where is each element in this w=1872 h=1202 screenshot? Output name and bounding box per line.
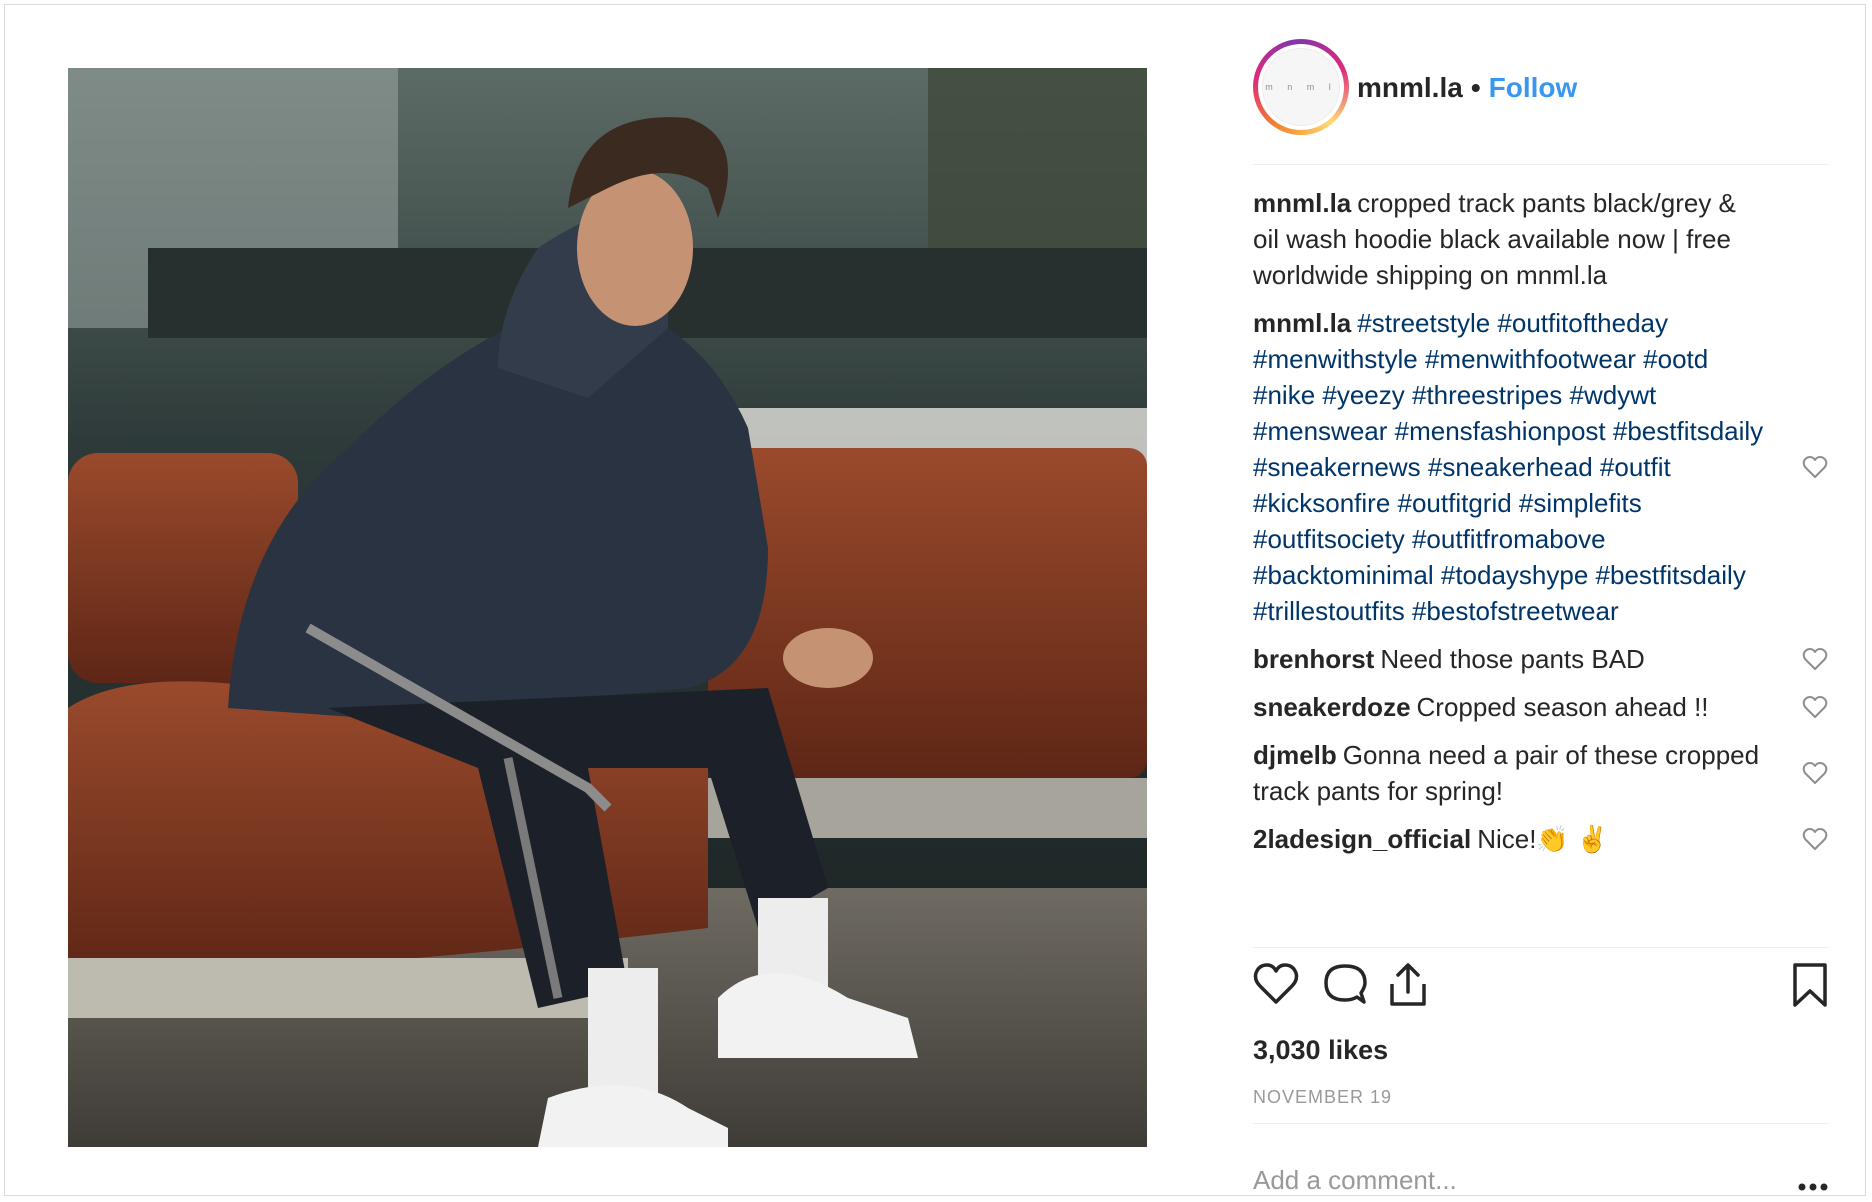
comment-username[interactable]: brenhorst	[1253, 644, 1374, 674]
comment-like-heart-icon[interactable]	[1802, 455, 1828, 479]
comment-item: mnml.la cropped track pants black/grey & …	[1253, 185, 1828, 293]
comment-username[interactable]: mnml.la	[1253, 308, 1351, 338]
follow-button[interactable]: Follow	[1489, 72, 1578, 103]
comment-list[interactable]: mnml.la cropped track pants black/grey & …	[1253, 185, 1828, 945]
comment-username[interactable]: djmelb	[1253, 740, 1337, 770]
add-comment-input[interactable]: Add a comment...	[1253, 1165, 1457, 1196]
comment-like-heart-icon[interactable]	[1802, 827, 1828, 851]
footer-divider	[1253, 1123, 1828, 1124]
comment-item: djmelb Gonna need a pair of these cropped…	[1253, 737, 1828, 809]
comment-item: brenhorst Need those pants BAD	[1253, 641, 1828, 677]
comment-hashtags[interactable]: #streetstyle #outfitoftheday #menwithsty…	[1253, 308, 1763, 626]
comment-item: mnml.la #streetstyle #outfitoftheday #men…	[1253, 305, 1828, 629]
header-handle-row: mnml.la • Follow	[1357, 71, 1577, 105]
separator-dot: •	[1470, 72, 1481, 103]
avatar[interactable]: m n m l	[1253, 39, 1349, 135]
post-date: NOVEMBER 19	[1253, 1087, 1393, 1107]
bookmark-icon[interactable]	[1791, 962, 1829, 1008]
comment-username[interactable]: sneakerdoze	[1253, 692, 1411, 722]
more-options-icon[interactable]	[1798, 1183, 1828, 1191]
likes-count[interactable]: 3,030 likes	[1253, 1035, 1388, 1066]
share-icon[interactable]	[1387, 962, 1429, 1008]
comment-username[interactable]: 2ladesign_official	[1253, 824, 1471, 854]
comment-item: sneakerdoze Cropped season ahead !!	[1253, 689, 1828, 725]
header-divider	[1253, 164, 1828, 165]
post-photo[interactable]	[68, 68, 1147, 1147]
avatar-logo: m n m l	[1262, 48, 1340, 126]
comments-divider	[1253, 947, 1828, 948]
comment-like-heart-icon[interactable]	[1802, 647, 1828, 671]
post-header: m n m l mnml.la • Follow	[1253, 35, 1828, 165]
comment-text: Cropped season ahead !!	[1416, 692, 1709, 722]
post-frame: m n m l mnml.la • Follow mnml.la cropped tr…	[4, 4, 1866, 1196]
comment-icon[interactable]	[1323, 962, 1367, 1006]
heart-icon[interactable]	[1253, 962, 1299, 1006]
photo-illustration	[68, 68, 1147, 1147]
comment-text: Nice!👏 ✌️	[1477, 824, 1609, 854]
comment-like-heart-icon[interactable]	[1802, 761, 1828, 785]
comment-text: Need those pants BAD	[1380, 644, 1645, 674]
action-bar	[1253, 962, 1828, 1032]
account-handle[interactable]: mnml.la	[1357, 72, 1463, 103]
comment-username[interactable]: mnml.la	[1253, 188, 1351, 218]
post-side-panel: m n m l mnml.la • Follow mnml.la cropped tr…	[1253, 35, 1828, 1195]
comment-item: 2ladesign_official Nice!👏 ✌️	[1253, 821, 1828, 857]
comment-like-heart-icon[interactable]	[1802, 695, 1828, 719]
